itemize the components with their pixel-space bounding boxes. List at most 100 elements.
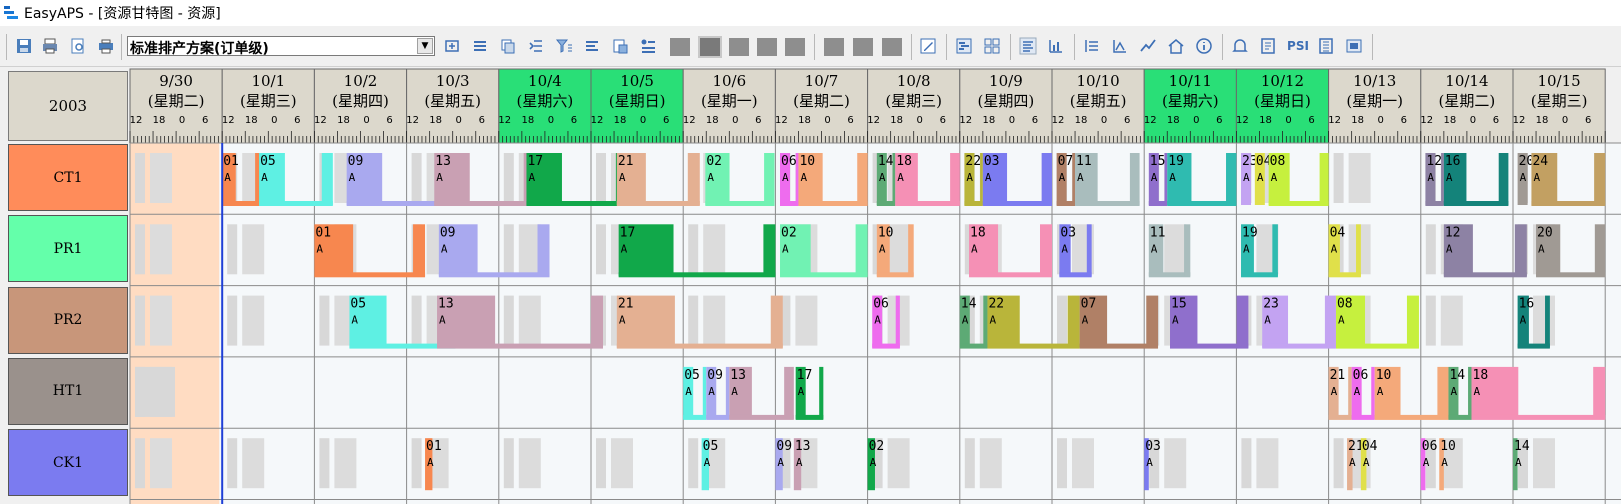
task-end-block[interactable] (413, 224, 426, 277)
doc-icon[interactable] (1316, 36, 1336, 56)
task-end-block[interactable] (1594, 153, 1606, 205)
text-view-icon[interactable] (1018, 36, 1038, 56)
task-end-block[interactable] (1348, 366, 1352, 419)
task-end-block[interactable] (895, 295, 900, 348)
resource-label[interactable]: HT1 (8, 357, 128, 425)
zoom-day-icon[interactable] (670, 38, 690, 56)
legend-icon[interactable] (638, 36, 658, 56)
chart-view-icon[interactable] (1046, 36, 1066, 56)
chevron-down-icon[interactable]: ▼ (417, 38, 433, 54)
view1-icon[interactable] (824, 38, 844, 56)
info-icon[interactable] (1194, 36, 1214, 56)
task-end-block[interactable] (1594, 224, 1606, 277)
task-end-block[interactable] (1236, 295, 1249, 348)
task-connector[interactable] (1056, 201, 1076, 206)
task-end-block[interactable] (1406, 295, 1419, 348)
task-connector[interactable] (618, 272, 776, 278)
resource-label[interactable]: CK1 (8, 429, 128, 497)
task-connector[interactable] (314, 272, 426, 278)
task-end-block[interactable] (1514, 224, 1527, 277)
export-icon[interactable] (610, 36, 630, 56)
task-end-block[interactable] (1040, 224, 1052, 277)
print-icon[interactable] (40, 36, 60, 56)
task-end-block[interactable] (1437, 366, 1449, 419)
task-connector[interactable] (1335, 343, 1419, 349)
task-end-block[interactable] (590, 295, 603, 348)
task-connector[interactable] (1471, 414, 1606, 420)
task-end-block[interactable] (1545, 295, 1550, 348)
align-icon[interactable] (470, 36, 490, 56)
resource-label[interactable]: CT1 (8, 144, 128, 211)
view2-icon[interactable] (853, 38, 873, 56)
task-connector[interactable] (616, 343, 783, 349)
task-end-block[interactable] (1498, 153, 1509, 205)
printer-setup-icon[interactable] (96, 36, 116, 56)
refresh-icon[interactable] (442, 36, 462, 56)
task-end-block[interactable] (1184, 224, 1191, 277)
task-end-block[interactable] (1319, 153, 1329, 205)
zoom-week-icon[interactable] (698, 36, 722, 58)
psi-icon[interactable]: PSI (1286, 36, 1310, 56)
task-connector[interactable] (526, 201, 628, 206)
task-end-block[interactable] (687, 153, 700, 205)
task-connector[interactable] (437, 343, 603, 349)
plan-select[interactable]: 标准排产方案(订单级) ▼ (127, 36, 435, 57)
gantt-view-icon[interactable] (954, 36, 974, 56)
task-end-block[interactable] (1356, 224, 1361, 277)
bell-icon[interactable] (1230, 36, 1250, 56)
copy-icon[interactable] (498, 36, 518, 56)
resource-label[interactable]: PR2 (8, 286, 128, 354)
task-end-block[interactable] (784, 366, 794, 419)
save-icon[interactable] (14, 36, 34, 56)
task-connector[interactable] (987, 343, 1080, 349)
zoom-year-icon[interactable] (785, 38, 805, 56)
task-end-block[interactable] (763, 224, 776, 277)
task-end-block[interactable] (819, 366, 824, 419)
task-end-block[interactable] (908, 224, 914, 277)
task-end-block[interactable] (1067, 295, 1080, 348)
task-connector[interactable] (706, 414, 730, 420)
task-connector[interactable] (1443, 272, 1527, 278)
list-view-icon[interactable] (1082, 36, 1102, 56)
task-connector[interactable] (969, 272, 1052, 278)
task-end-block[interactable] (1226, 153, 1237, 205)
task-end-block[interactable] (1272, 224, 1278, 277)
sort-icon[interactable] (582, 36, 602, 56)
task-connector[interactable] (438, 272, 550, 278)
task-end-block[interactable] (725, 366, 730, 419)
resource-label[interactable]: PR1 (8, 215, 128, 283)
task-end-block[interactable] (537, 224, 550, 277)
task-end-block[interactable] (1468, 366, 1472, 419)
indent-icon[interactable] (526, 36, 546, 56)
task-end-block[interactable] (1086, 224, 1092, 277)
task-end-block[interactable] (702, 366, 707, 419)
task-end-block[interactable] (1146, 295, 1159, 348)
task-end-block[interactable] (983, 295, 988, 348)
task-end-block[interactable] (1324, 295, 1336, 348)
grid-view-icon[interactable] (982, 36, 1002, 56)
task-connector[interactable] (346, 201, 449, 206)
line-view-icon[interactable] (1138, 36, 1158, 56)
task-end-block[interactable] (1129, 153, 1140, 205)
task-end-block[interactable] (950, 153, 960, 205)
task-connector[interactable] (780, 272, 868, 278)
zoom-month-icon[interactable] (729, 38, 749, 56)
task-connector[interactable] (434, 201, 536, 206)
task-end-block[interactable] (770, 295, 783, 348)
task-end-block[interactable] (764, 153, 775, 205)
filter-icon[interactable] (554, 36, 574, 56)
task-end-block[interactable] (857, 153, 868, 205)
bar-view-icon[interactable] (1110, 36, 1130, 56)
view3-icon[interactable] (882, 38, 902, 56)
zoom-quarter-icon[interactable] (757, 38, 777, 56)
report-icon[interactable] (1344, 36, 1364, 56)
note-icon[interactable] (1258, 36, 1278, 56)
home-icon[interactable] (1166, 36, 1186, 56)
task-connector[interactable] (616, 201, 700, 206)
task-end-block[interactable] (1593, 366, 1606, 419)
edit-icon[interactable] (918, 36, 938, 56)
preview-icon[interactable] (68, 36, 88, 56)
task-end-block[interactable] (855, 224, 868, 277)
task-end-block[interactable] (321, 153, 333, 205)
task-end-block[interactable] (1371, 366, 1375, 419)
